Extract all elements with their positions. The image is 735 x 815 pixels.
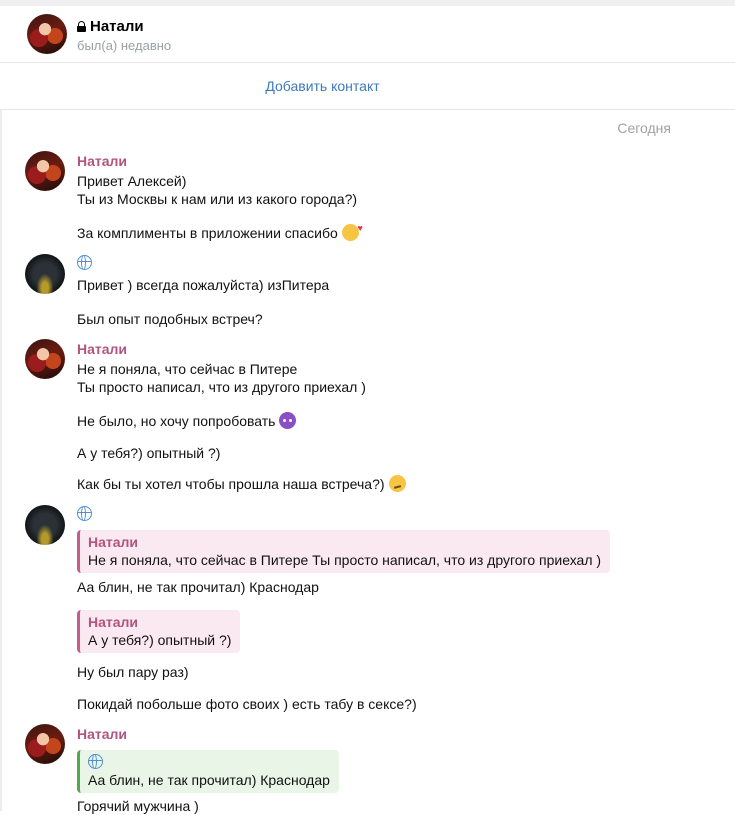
- quote-sender: Натали: [88, 534, 139, 550]
- message-text: Ты из Москвы к нам или из какого города?…: [77, 191, 358, 207]
- message-text: А у тебя?) опытный ?): [77, 445, 221, 461]
- add-contact-button[interactable]: Добавить контакт: [0, 78, 645, 94]
- message-text: Как бы ты хотел чтобы прошла наша встреч…: [77, 475, 406, 493]
- smirking-face-emoji-icon: [388, 475, 406, 492]
- message-text: Аа блин, не так прочитал) Краснодар: [77, 579, 319, 595]
- message-sender[interactable]: Натали: [77, 726, 127, 742]
- globe-icon: [88, 754, 103, 769]
- message-text: Привет Алексей): [77, 173, 187, 189]
- message-avatar-natali[interactable]: [25, 339, 65, 379]
- message-text: Ну был пару раз): [77, 664, 189, 680]
- lock-icon: [77, 21, 86, 32]
- message-text: Покидай побольше фото своих ) есть табу …: [77, 696, 417, 712]
- message-text: Ты просто написал, что из другого приеха…: [77, 379, 366, 395]
- reply-quote[interactable]: Натали Не я поняла, что сейчас в Питере …: [77, 530, 611, 573]
- message-text: За комплименты в приложении спасибо: [77, 219, 363, 242]
- message-text: Был опыт подобных встреч?: [77, 311, 263, 327]
- message-avatar-natali[interactable]: [25, 151, 65, 191]
- message-text-content: Не было, но хочу попробовать: [77, 413, 276, 429]
- date-separator: Сегодня: [617, 120, 671, 136]
- smiling-face-with-hearts-emoji-icon: [341, 219, 363, 241]
- add-contact-bar: Добавить контакт: [0, 63, 735, 110]
- chat-header: Натали был(а) недавно: [0, 6, 735, 63]
- globe-icon: [77, 255, 92, 270]
- message-text: Не было, но хочу попробовать: [77, 412, 297, 430]
- message-avatar-user[interactable]: [25, 505, 65, 545]
- message-text: Горячий мужчина ): [77, 798, 199, 814]
- contact-status: был(а) недавно: [77, 38, 172, 53]
- contact-name[interactable]: Натали: [77, 18, 144, 35]
- quote-sender: Натали: [88, 614, 139, 630]
- message-sender[interactable]: Натали: [77, 153, 127, 169]
- message-text: Привет ) всегда пожалуйста) изПитера: [77, 277, 330, 293]
- quote-text: Не я поняла, что сейчас в Питере Ты прос…: [88, 552, 602, 568]
- reply-quote[interactable]: Натали А у тебя?) опытный ?): [77, 610, 241, 653]
- message-sender[interactable]: Натали: [77, 341, 127, 357]
- quote-text: А у тебя?) опытный ?): [88, 632, 232, 648]
- contact-avatar[interactable]: [27, 14, 67, 54]
- message-avatar-natali[interactable]: [25, 724, 65, 764]
- smiling-devil-emoji-icon: [279, 412, 297, 429]
- message-avatar-user[interactable]: [25, 254, 65, 294]
- reply-quote[interactable]: Аа блин, не так прочитал) Краснодар: [77, 750, 339, 793]
- quote-text: Аа блин, не так прочитал) Краснодар: [88, 772, 330, 788]
- contact-name-text: Натали: [90, 18, 144, 35]
- left-divider: [0, 110, 2, 811]
- message-text-content: Как бы ты хотел чтобы прошла наша встреч…: [77, 476, 385, 492]
- message-text: Не я поняла, что сейчас в Питере: [77, 361, 298, 377]
- globe-icon: [77, 506, 92, 521]
- message-text-content: За комплименты в приложении спасибо: [77, 225, 338, 241]
